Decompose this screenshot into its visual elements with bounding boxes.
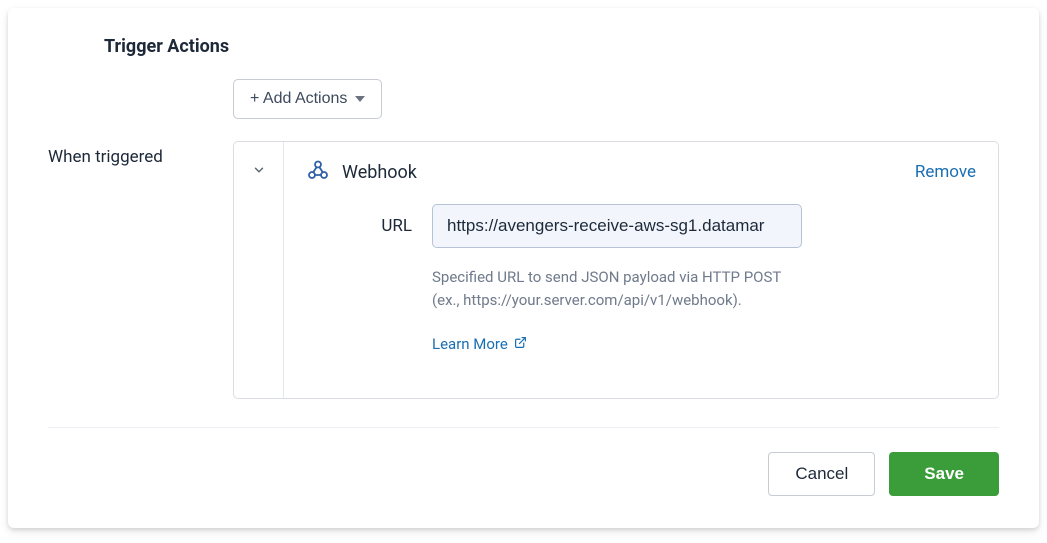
url-label: URL bbox=[372, 216, 412, 236]
when-triggered-label: When triggered bbox=[48, 79, 233, 167]
card-header: Webhook Remove bbox=[306, 158, 976, 186]
action-type-label: Webhook bbox=[342, 162, 417, 183]
url-input[interactable] bbox=[432, 204, 802, 248]
action-card: Webhook Remove URL Specified URL to send… bbox=[233, 141, 999, 399]
content-row: When triggered + Add Actions bbox=[48, 79, 999, 399]
webhook-icon bbox=[306, 158, 330, 186]
add-actions-button[interactable]: + Add Actions bbox=[233, 79, 382, 119]
save-button[interactable]: Save bbox=[889, 452, 999, 496]
actions-column: + Add Actions bbox=[233, 79, 999, 399]
collapse-toggle[interactable] bbox=[234, 142, 284, 398]
external-link-icon bbox=[514, 335, 527, 353]
chevron-down-icon bbox=[355, 96, 365, 102]
url-row: URL bbox=[372, 204, 976, 248]
footer: Cancel Save bbox=[48, 427, 999, 496]
learn-more-label: Learn More bbox=[432, 335, 508, 353]
trigger-actions-panel: Trigger Actions When triggered + Add Act… bbox=[8, 8, 1039, 528]
add-actions-label: + Add Actions bbox=[250, 90, 347, 108]
learn-more-link[interactable]: Learn More bbox=[432, 335, 976, 353]
card-header-left: Webhook bbox=[306, 158, 417, 186]
cancel-button[interactable]: Cancel bbox=[768, 452, 875, 496]
section-title: Trigger Actions bbox=[104, 36, 999, 57]
card-body: Webhook Remove URL Specified URL to send… bbox=[284, 142, 998, 398]
url-help-text: Specified URL to send JSON payload via H… bbox=[432, 266, 802, 313]
chevron-down-icon bbox=[252, 162, 266, 176]
remove-action-link[interactable]: Remove bbox=[915, 162, 976, 182]
